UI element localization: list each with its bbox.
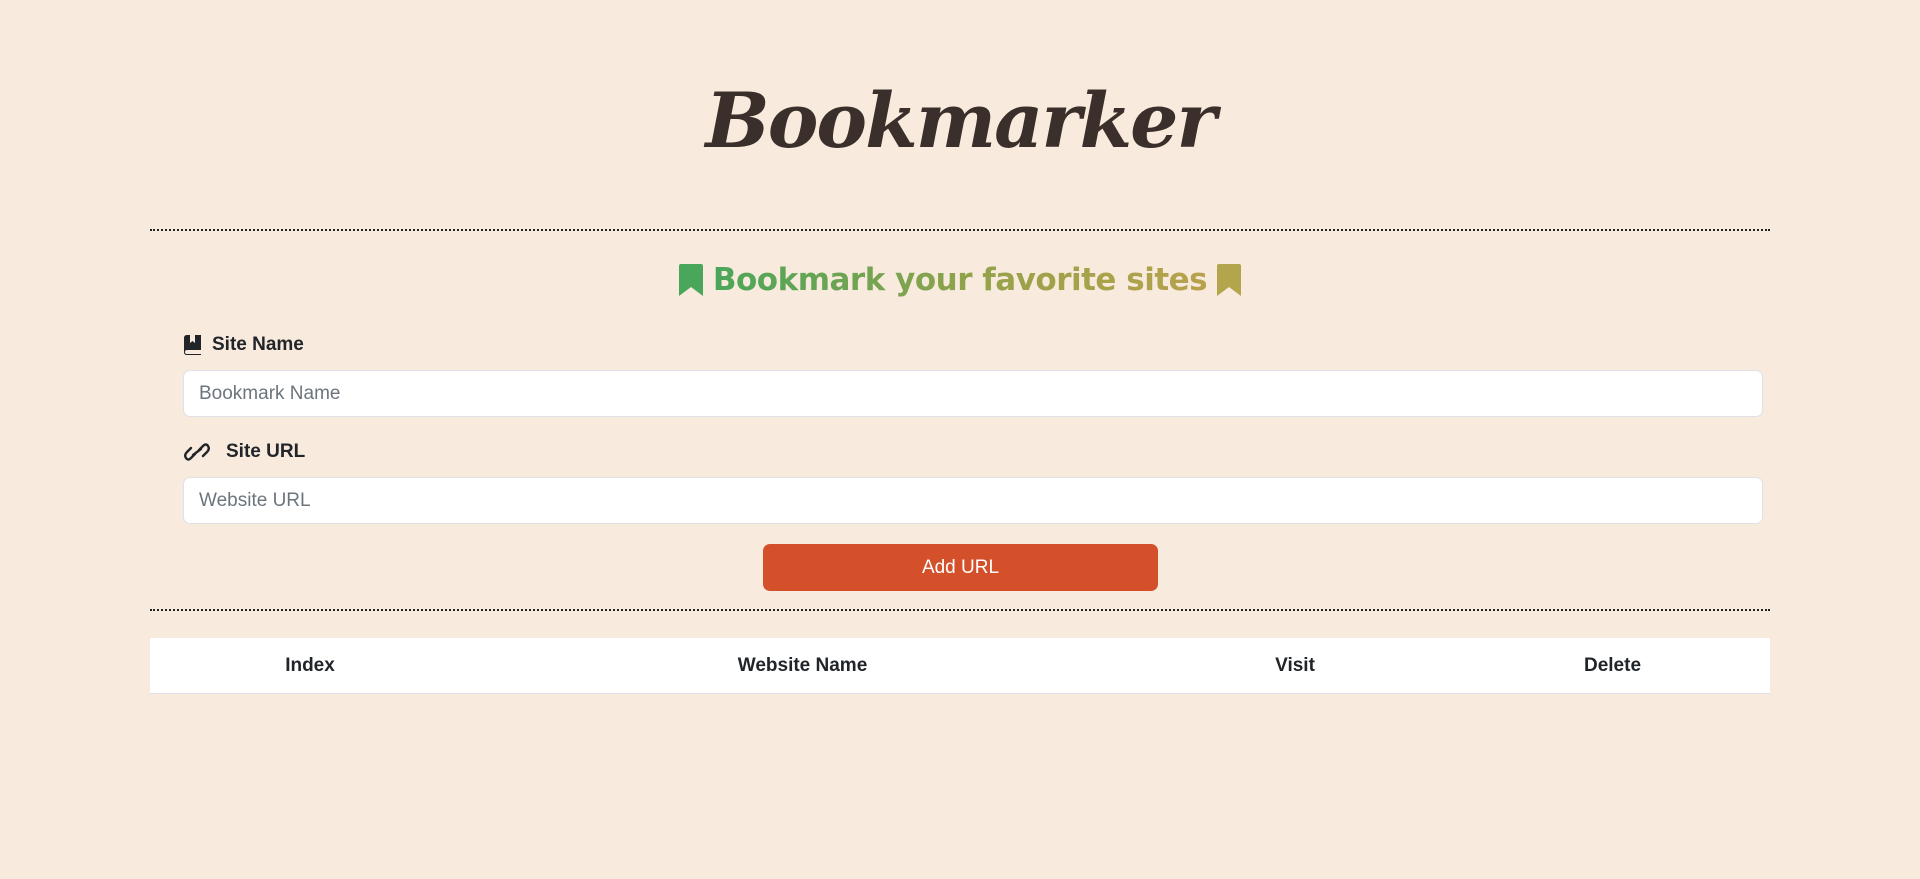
column-header-delete: Delete — [1583, 655, 1642, 676]
site-url-input[interactable] — [183, 477, 1763, 524]
column-header-website-name: Website Name — [737, 655, 868, 676]
site-url-label: Site URL — [184, 440, 305, 464]
top-divider — [150, 229, 1770, 231]
column-header-visit: Visit — [1275, 655, 1315, 676]
link-icon — [184, 442, 210, 462]
site-url-label-text: Site URL — [226, 441, 306, 462]
bottom-divider — [150, 609, 1770, 611]
add-url-button[interactable]: Add URL — [763, 544, 1158, 591]
site-name-label-text: Site Name — [212, 334, 304, 355]
form-heading: Bookmark your favorite sites — [0, 258, 1920, 302]
app-header: Bookmarker — [0, 78, 1920, 164]
form-heading-text: Bookmark your favorite sites — [712, 262, 1208, 298]
app-title: Bookmarker — [703, 76, 1217, 165]
bookmark-icon — [678, 262, 713, 298]
bookmarks-table: Index Website Name Visit Delete — [150, 638, 1770, 694]
book-icon — [184, 335, 202, 355]
column-header-index: Index — [285, 655, 335, 676]
site-name-input[interactable] — [183, 370, 1763, 417]
app-title-text: Bookmarker — [705, 76, 1216, 165]
bookmark-icon — [1217, 262, 1242, 298]
site-name-label: Site Name — [184, 333, 304, 357]
